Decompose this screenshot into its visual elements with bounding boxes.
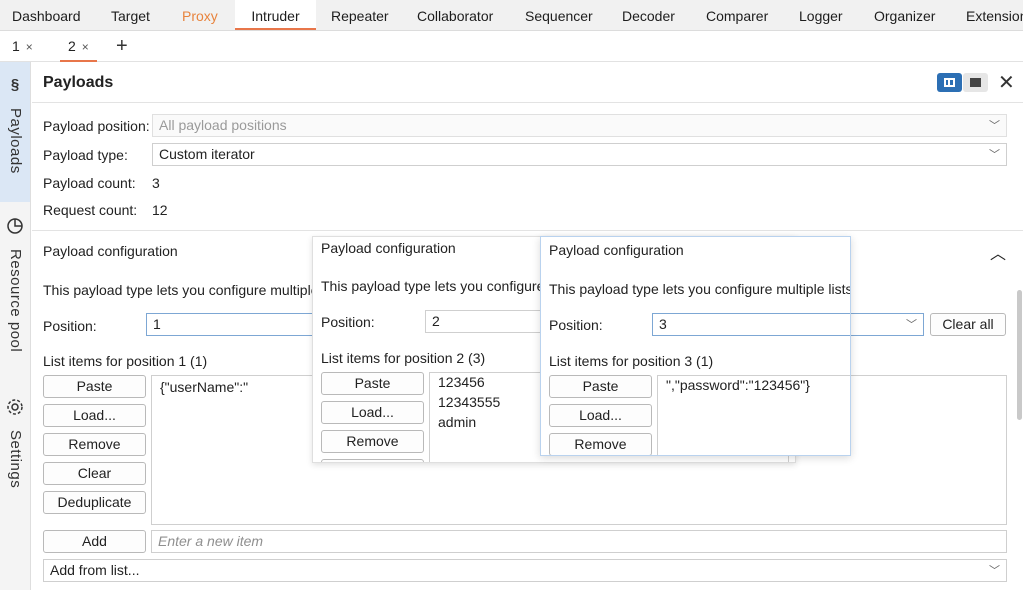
remove-button[interactable]: Remove xyxy=(321,430,424,453)
payload-type-value: Custom iterator xyxy=(159,146,255,162)
position-label: Position: xyxy=(549,317,603,333)
remove-button[interactable]: Remove xyxy=(549,433,652,455)
rail-resource-pool[interactable]: Resource pool xyxy=(0,203,30,381)
tab-comparer[interactable]: Comparer xyxy=(706,0,768,30)
remove-button[interactable]: Remove xyxy=(43,433,146,456)
full-layout-icon xyxy=(970,78,981,87)
tab-repeater[interactable]: Repeater xyxy=(331,0,389,30)
load-button[interactable]: Load... xyxy=(43,404,146,427)
position-value: 3 xyxy=(659,316,667,332)
close-icon[interactable]: ✕ xyxy=(998,70,1015,95)
payload-config-overlay-position-3: Payload configuration This payload type … xyxy=(540,236,851,456)
request-count-value: 12 xyxy=(152,202,168,218)
config-description: This payload type lets you configure mul… xyxy=(43,282,347,298)
sub-tab-label: 2 xyxy=(68,38,76,54)
tab-logger[interactable]: Logger xyxy=(799,0,843,30)
tab-organizer[interactable]: Organizer xyxy=(874,0,935,30)
list-item[interactable]: 12343555 xyxy=(438,394,500,410)
sub-tab-1[interactable]: 1 × xyxy=(12,31,33,62)
list-item[interactable]: {"userName":" xyxy=(160,379,248,395)
side-rail: § Payloads Resource pool Settings xyxy=(0,62,31,590)
payload-count-label: Payload count: xyxy=(43,175,136,191)
tab-proxy[interactable]: Proxy xyxy=(182,0,218,30)
position-label: Position: xyxy=(43,318,97,334)
add-from-list-select[interactable]: Add from list... ﹀ xyxy=(43,559,1007,582)
chevron-down-icon: ﹀ xyxy=(989,149,1000,161)
add-from-list-value: Add from list... xyxy=(50,562,140,578)
config-title: Payload configuration xyxy=(43,243,178,259)
add-tab-icon[interactable]: + xyxy=(116,31,128,61)
layout-full-button[interactable] xyxy=(963,73,988,92)
payload-position-select[interactable]: All payload positions ﹀ xyxy=(152,114,1007,137)
scrollbar[interactable] xyxy=(1017,290,1022,420)
deduplicate-button[interactable]: Deduplicate xyxy=(43,491,146,514)
payload-type-select[interactable]: Custom iterator ﹀ xyxy=(152,143,1007,166)
paste-button[interactable]: Paste xyxy=(549,375,652,398)
list-item[interactable]: admin xyxy=(438,414,476,430)
tab-dashboard[interactable]: Dashboard xyxy=(12,0,81,30)
rail-resource-pool-label: Resource pool xyxy=(7,249,24,353)
split-layout-icon xyxy=(944,78,955,87)
tab-target[interactable]: Target xyxy=(111,0,150,30)
config-description: This payload type lets you configure mul… xyxy=(549,281,851,297)
list-items-label: List items for position 3 (1) xyxy=(549,353,714,369)
close-icon[interactable]: × xyxy=(82,40,89,54)
position-value: 1 xyxy=(153,316,161,332)
rail-payloads-label: Payloads xyxy=(7,108,24,174)
config-title: Payload configuration xyxy=(549,242,684,258)
chevron-down-icon: ﹀ xyxy=(906,319,917,331)
list-items-label: List items for position 2 (3) xyxy=(321,350,486,366)
clear-button[interactable] xyxy=(321,459,424,462)
paste-button[interactable]: Paste xyxy=(321,372,424,395)
chevron-up-icon[interactable]: ︿ xyxy=(990,240,1006,264)
intruder-sub-tab-bar: 1 × 2 × + xyxy=(0,31,1023,62)
new-item-input[interactable]: Enter a new item xyxy=(151,530,1007,553)
rail-settings-label: Settings xyxy=(7,430,24,489)
top-tab-bar: Dashboard Target Proxy Intruder Repeater… xyxy=(0,0,1023,31)
divider xyxy=(32,102,1023,103)
request-count-label: Request count: xyxy=(43,202,138,218)
paste-button[interactable]: Paste xyxy=(43,375,146,398)
rail-payloads[interactable]: § Payloads xyxy=(0,62,30,202)
tab-collaborator[interactable]: Collaborator xyxy=(417,0,493,30)
list-item[interactable]: 123456 xyxy=(438,374,485,390)
payloads-icon: § xyxy=(10,76,20,93)
payload-type-label: Payload type: xyxy=(43,147,128,163)
payload-position-value: All payload positions xyxy=(159,117,287,133)
tab-intruder[interactable]: Intruder xyxy=(235,0,316,30)
sub-tab-label: 1 xyxy=(12,38,20,54)
pie-chart-icon xyxy=(6,217,24,235)
load-button[interactable]: Load... xyxy=(549,404,652,427)
clear-all-button[interactable]: Clear all xyxy=(930,313,1006,336)
payload-count-value: 3 xyxy=(152,175,160,191)
sub-tab-2[interactable]: 2 × xyxy=(60,31,97,62)
payload-list[interactable]: ","password":"123456"} xyxy=(657,375,850,455)
list-item[interactable]: ","password":"123456"} xyxy=(666,377,810,393)
config-title: Payload configuration xyxy=(321,240,456,256)
tab-sequencer[interactable]: Sequencer xyxy=(525,0,593,30)
tab-decoder[interactable]: Decoder xyxy=(622,0,675,30)
divider xyxy=(32,230,1023,231)
rail-settings[interactable]: Settings xyxy=(0,382,30,516)
position-select[interactable]: 3 xyxy=(652,313,850,336)
position-value: 2 xyxy=(432,313,440,329)
panel-title: Payloads xyxy=(43,74,114,91)
chevron-down-icon: ﹀ xyxy=(989,565,1000,577)
layout-split-button[interactable] xyxy=(937,73,962,92)
payload-position-label: Payload position: xyxy=(43,118,150,134)
chevron-down-icon: ﹀ xyxy=(989,120,1000,132)
list-items-label: List items for position 1 (1) xyxy=(43,353,208,369)
load-button[interactable]: Load... xyxy=(321,401,424,424)
close-icon[interactable]: × xyxy=(26,40,33,54)
gear-icon xyxy=(6,398,24,416)
add-button[interactable]: Add xyxy=(43,530,146,553)
clear-button[interactable]: Clear xyxy=(43,462,146,485)
tab-extensions[interactable]: Extensions xyxy=(966,0,1023,30)
position-label: Position: xyxy=(321,314,375,330)
